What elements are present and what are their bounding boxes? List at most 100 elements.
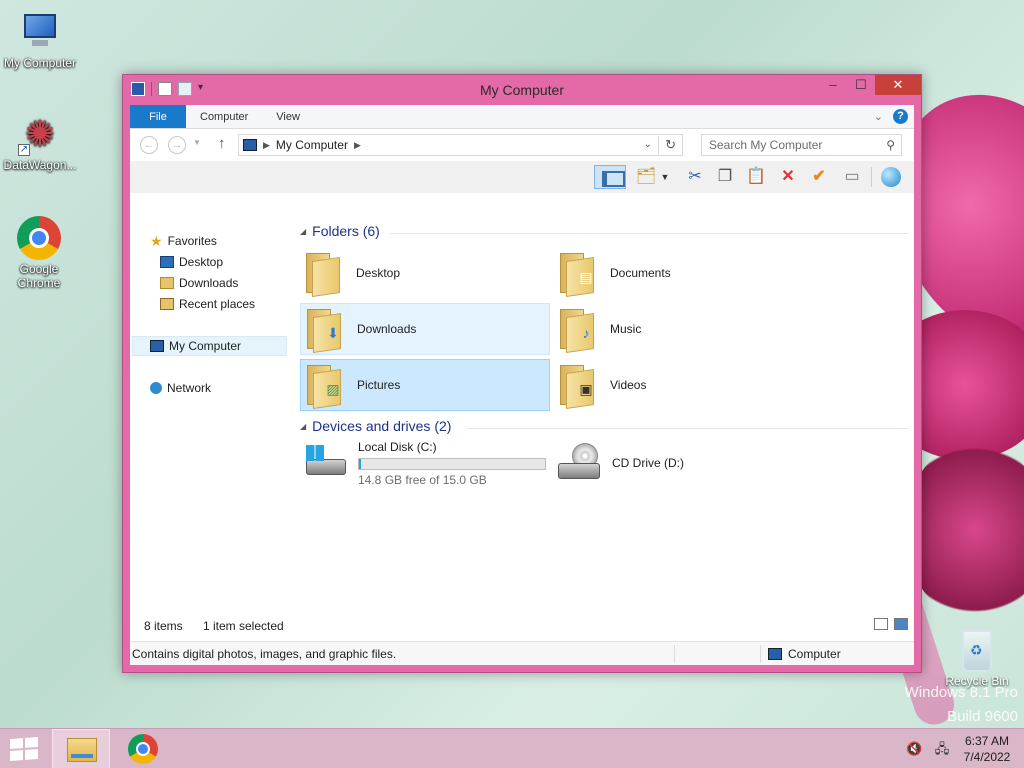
maximize-button[interactable]: ☐ [847, 75, 875, 95]
close-button[interactable]: ✕ [875, 75, 921, 95]
folder-videos[interactable]: ▣ Videos [554, 359, 804, 411]
desktop-icon-recycle-bin[interactable]: Recycle Bin [942, 630, 1012, 688]
capacity-bar [358, 457, 546, 470]
recent-locations-icon[interactable]: ▼ [193, 138, 201, 147]
desktop-icon-datawagon[interactable]: ✺ ↗ DataWagon... [0, 112, 80, 172]
network-icon [150, 382, 162, 394]
datawagon-icon: ✺ ↗ [18, 113, 56, 156]
nav-my-computer[interactable]: My Computer [132, 336, 287, 356]
forward-button[interactable]: → [168, 136, 186, 154]
up-button[interactable]: ↑ [218, 135, 226, 152]
cd-drive-icon [558, 443, 602, 483]
select-all-icon[interactable]: ✔ [806, 165, 832, 189]
help-icon[interactable]: ? [893, 109, 908, 124]
clock[interactable]: 6:37 AM 7/4/2022 [962, 733, 1012, 765]
nav-recent-places[interactable]: Recent places [160, 294, 255, 314]
paste-icon[interactable]: 📋 [743, 165, 769, 189]
address-bar[interactable]: ▶ My Computer ▶ ⌄ ↻ [238, 134, 683, 156]
collapse-icon[interactable]: ◢ [300, 227, 306, 236]
desktop-folder-icon [306, 251, 346, 297]
details-bar: Contains digital photos, images, and gra… [130, 641, 914, 665]
computer-icon [150, 340, 164, 352]
chevron-right-icon[interactable]: ▶ [354, 140, 361, 151]
hard-drive-icon [304, 445, 348, 481]
title-bar[interactable]: ▾ My Computer – ☐ ✕ [123, 75, 921, 105]
chrome-icon [17, 216, 61, 260]
computer-icon [243, 139, 257, 151]
breadcrumb-my-computer[interactable]: My Computer [276, 138, 348, 152]
search-icon[interactable]: ⚲ [886, 135, 895, 155]
delete-icon[interactable]: ✕ [775, 165, 801, 189]
pictures-folder-icon: ▨ [307, 363, 347, 409]
start-button[interactable] [10, 737, 38, 761]
address-dropdown-icon[interactable]: ⌄ [644, 139, 652, 150]
globe-icon[interactable] [878, 165, 904, 189]
folder-desktop[interactable]: Desktop [300, 247, 550, 299]
drive-local-disk-c[interactable]: Local Disk (C:) 14.8 GB free of 15.0 GB [300, 437, 546, 489]
chrome-icon [128, 734, 158, 764]
clock-time: 6:37 AM [964, 734, 1010, 748]
desktop-icon-label: My Computer [3, 56, 77, 70]
content-pane: ◢ Folders (6) Desktop ▤ Documents ⬇ Down… [290, 223, 914, 610]
minimize-button[interactable]: – [819, 75, 847, 95]
taskbar: 🔇 🖧 6:37 AM 7/4/2022 [0, 728, 1024, 768]
downloads-folder-icon [160, 277, 174, 289]
details-location: Computer [788, 647, 841, 661]
network-icon[interactable]: 🖧 [934, 742, 950, 756]
chevron-right-icon[interactable]: ▶ [263, 140, 270, 151]
music-folder-icon: ♪ [560, 307, 600, 353]
group-header-folders[interactable]: ◢ Folders (6) [300, 223, 380, 239]
nav-downloads[interactable]: Downloads [160, 273, 238, 293]
navigation-pane-button[interactable] [594, 165, 626, 189]
status-bar: 8 items 1 item selected [130, 610, 914, 641]
system-tray: 🔇 🖧 6:37 AM 7/4/2022 [906, 733, 1012, 765]
expand-ribbon-icon[interactable]: ⌄ [874, 110, 883, 123]
refresh-icon[interactable]: ↻ [665, 137, 676, 153]
taskbar-file-explorer[interactable] [52, 729, 110, 768]
properties-icon[interactable]: 🗂 [633, 165, 659, 189]
navigation-pane: ★ Favorites Desktop Downloads Recent pla… [130, 223, 288, 610]
rename-icon[interactable]: ▭ [839, 165, 865, 189]
desktop-icon-my-computer[interactable]: My Computer [0, 10, 80, 70]
desktop-icon-chrome[interactable]: Google Chrome [0, 216, 78, 290]
nav-network[interactable]: Network [150, 378, 211, 398]
folder-music[interactable]: ♪ Music [554, 303, 804, 355]
drive-free-space: 14.8 GB free of 15.0 GB [358, 472, 487, 487]
details-view-icon[interactable] [874, 618, 888, 630]
cut-icon[interactable]: ✂ [682, 165, 708, 189]
address-row: ← → ▼ ↑ ▶ My Computer ▶ ⌄ ↻ Search My Co… [130, 129, 914, 161]
collapse-icon[interactable]: ◢ [300, 422, 306, 431]
wallpaper-petal [905, 440, 1024, 620]
window-client: File Computer View ⌄ ? ← → ▼ ↑ ▶ My Comp… [130, 105, 914, 665]
chevron-down-icon[interactable]: ▼ [658, 165, 672, 189]
command-toolbar: 🗂 ▼ ✂ ❐ 📋 ✕ ✔ ▭ [130, 161, 914, 193]
large-icons-view-icon[interactable] [894, 618, 908, 630]
folder-documents[interactable]: ▤ Documents [554, 247, 804, 299]
tab-view[interactable]: View [262, 105, 314, 128]
volume-muted-icon[interactable]: 🔇 [906, 742, 922, 756]
recycle-bin-icon [962, 630, 992, 672]
desktop-icon-label: DataWagon... [3, 158, 77, 172]
drive-cd-d[interactable]: CD Drive (D:) [554, 437, 684, 489]
file-explorer-icon [67, 738, 97, 762]
back-button[interactable]: ← [140, 136, 158, 154]
nav-favorites[interactable]: ★ Favorites [150, 231, 217, 251]
taskbar-chrome[interactable] [114, 729, 172, 768]
drive-label: CD Drive (D:) [612, 456, 684, 470]
documents-folder-icon: ▤ [560, 251, 600, 297]
desktop-icon-label: Recycle Bin [945, 674, 1009, 688]
computer-icon [18, 10, 62, 54]
tab-file[interactable]: File [130, 105, 186, 128]
folder-pictures[interactable]: ▨ Pictures [300, 359, 550, 411]
group-header-devices[interactable]: ◢ Devices and drives (2) [300, 418, 451, 434]
folder-downloads[interactable]: ⬇ Downloads [300, 303, 550, 355]
nav-desktop[interactable]: Desktop [160, 252, 223, 272]
search-input[interactable]: Search My Computer ⚲ [701, 134, 902, 156]
window-title: My Computer [479, 82, 565, 98]
item-count: 8 items [144, 618, 183, 633]
desktop-icon-label: Google Chrome [17, 262, 61, 290]
tab-computer[interactable]: Computer [186, 105, 262, 128]
search-placeholder: Search My Computer [709, 138, 823, 152]
copy-icon[interactable]: ❐ [712, 165, 738, 189]
downloads-folder-icon: ⬇ [307, 307, 347, 353]
